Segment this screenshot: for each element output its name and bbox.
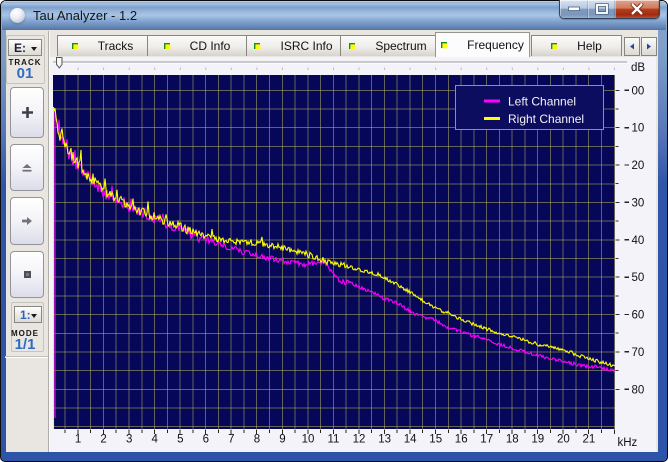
svg-text:80: 80 <box>632 384 645 396</box>
svg-text:11: 11 <box>328 434 340 446</box>
svg-text:kHz: kHz <box>618 437 638 449</box>
svg-text:Right Channel: Right Channel <box>508 112 584 126</box>
svg-text:14: 14 <box>404 434 417 446</box>
svg-text:Left Channel: Left Channel <box>508 95 576 109</box>
svg-text:10: 10 <box>632 123 645 135</box>
svg-text:20: 20 <box>557 434 570 446</box>
svg-text:21: 21 <box>583 434 596 446</box>
svg-text:2: 2 <box>100 434 106 446</box>
svg-text:50: 50 <box>632 272 645 284</box>
svg-text:17: 17 <box>480 434 493 446</box>
svg-text:3: 3 <box>126 434 132 446</box>
svg-text:6: 6 <box>203 434 209 446</box>
svg-text:30: 30 <box>632 197 645 209</box>
svg-text:9: 9 <box>279 434 285 446</box>
svg-text:70: 70 <box>632 347 645 359</box>
svg-text:8: 8 <box>254 434 260 446</box>
svg-text:13: 13 <box>378 434 391 446</box>
svg-text:4: 4 <box>151 434 158 446</box>
svg-text:7: 7 <box>228 434 234 446</box>
svg-text:18: 18 <box>506 434 519 446</box>
svg-text:20: 20 <box>632 160 645 172</box>
svg-text:16: 16 <box>455 434 468 446</box>
svg-text:5: 5 <box>177 434 183 446</box>
svg-text:15: 15 <box>429 434 442 446</box>
svg-text:dB: dB <box>631 62 645 74</box>
svg-text:19: 19 <box>531 434 544 446</box>
svg-text:60: 60 <box>632 310 645 322</box>
svg-text:1: 1 <box>75 434 81 446</box>
svg-text:00: 00 <box>632 85 645 97</box>
svg-text:10: 10 <box>302 434 315 446</box>
svg-text:12: 12 <box>353 434 366 446</box>
svg-text:40: 40 <box>632 235 645 247</box>
